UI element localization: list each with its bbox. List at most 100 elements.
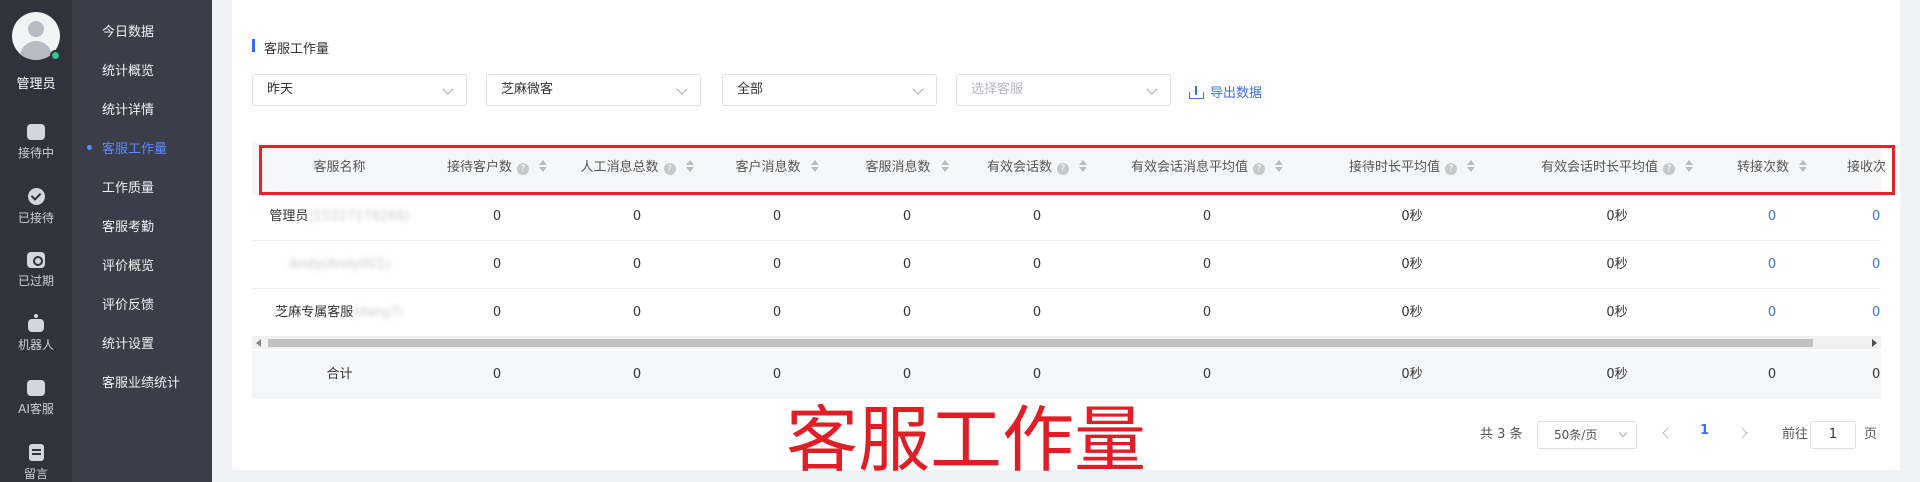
chevron-down-icon [676, 83, 688, 95]
chevron-down-icon [1618, 428, 1628, 438]
sort-icon[interactable] [1275, 160, 1283, 172]
help-icon[interactable]: ? [1057, 163, 1069, 175]
date-select[interactable]: 昨天 [252, 74, 467, 106]
admin-name: 管理员 [16, 77, 56, 92]
rail-item-expired[interactable]: 已过期 [0, 252, 72, 289]
chat-icon [27, 124, 45, 140]
sort-icon[interactable] [1799, 160, 1807, 172]
robot-icon [28, 314, 44, 332]
ai-chat-icon [27, 380, 45, 396]
scroll-left-arrow-icon[interactable] [256, 339, 261, 347]
sort-icon[interactable] [539, 160, 547, 172]
cell: 0 [902, 305, 912, 320]
col-valid-session-avg-messages[interactable]: 有效会话消息平均值? [1107, 143, 1307, 193]
cell-transfer-link[interactable]: 0 [1717, 241, 1827, 289]
col-valid-sessions[interactable]: 有效会话数? [967, 143, 1107, 193]
table-row: 管理员(15317178266) 0 0 0 0 0 0 0秒 0秒 0 0 [252, 193, 1881, 241]
rail-item-robot[interactable]: 机器人 [0, 314, 72, 353]
sort-icon[interactable] [940, 160, 949, 172]
cell-transfer-link[interactable]: 0 [1717, 193, 1827, 241]
current-page[interactable]: 1 [1700, 423, 1709, 438]
check-circle-icon [27, 188, 45, 205]
cell: 0 [1032, 305, 1042, 320]
menu-item-overview[interactable]: 统计概览 [102, 60, 154, 79]
cell: 0秒 [1606, 257, 1628, 272]
col-received-customers[interactable]: 接待客户数? [427, 143, 567, 193]
agent-select[interactable]: 选择客服 [956, 74, 1171, 106]
col-agent-messages[interactable]: 客服消息数 [847, 143, 967, 193]
scope-select-value: 全部 [737, 82, 764, 97]
sort-icon[interactable] [1467, 160, 1475, 172]
expired-icon [27, 252, 45, 268]
col-avg-valid-session-duration[interactable]: 有效会话时长平均值? [1517, 143, 1717, 193]
rail-item-receiving[interactable]: 接待中 [0, 124, 72, 161]
menu-item-workload[interactable]: 客服工作量 [102, 138, 167, 157]
cell-receive-link[interactable]: 0 [1827, 289, 1897, 337]
cell: 0 [632, 257, 642, 272]
menu-item-attendance[interactable]: 客服考勤 [102, 216, 154, 235]
scope-select[interactable]: 全部 [722, 74, 937, 106]
cell: 0 [1202, 257, 1212, 272]
menu-item-detail[interactable]: 统计详情 [102, 99, 154, 118]
menu-item-rating-overview[interactable]: 评价概览 [102, 255, 154, 274]
col-label: 有效会话时长平均值 [1540, 160, 1658, 175]
menu-item-today[interactable]: 今日数据 [102, 21, 154, 40]
cell: 0 [1032, 209, 1042, 224]
rail-item-message[interactable]: 留言 [0, 444, 72, 482]
menu-item-settings[interactable]: 统计设置 [102, 333, 154, 352]
col-customer-messages[interactable]: 客户消息数 [707, 143, 847, 193]
horizontal-scrollbar[interactable] [252, 337, 1881, 349]
active-bullet [87, 145, 92, 150]
scrollbar-thumb[interactable] [268, 339, 1813, 347]
secondary-menu: 今日数据 统计概览 统计详情 客服工作量 工作质量 客服考勤 评价概览 评价反馈… [72, 0, 212, 482]
page-size-select[interactable]: 50条/页 [1537, 421, 1637, 449]
cell: 0秒 [1401, 257, 1423, 272]
rail-item-received[interactable]: 已接待 [0, 188, 72, 226]
cell-receive-link[interactable]: 0 [1827, 241, 1897, 289]
goto-page-input[interactable]: 1 [1810, 421, 1856, 449]
col-label: 接待时长平均值 [1348, 160, 1440, 175]
cell: 0 [1032, 257, 1042, 272]
col-label: 接收次 [1847, 160, 1887, 175]
cell: 0 [902, 209, 912, 224]
menu-item-rating-feedback[interactable]: 评价反馈 [102, 294, 154, 313]
cell: 0 [772, 209, 782, 224]
help-icon[interactable]: ? [663, 163, 676, 175]
col-avg-reception-duration[interactable]: 接待时长平均值? [1307, 143, 1517, 193]
rail-item-label: 已过期 [17, 274, 54, 288]
col-receive-count[interactable]: 接收次 [1827, 143, 1907, 193]
scroll-right-arrow-icon[interactable] [1872, 339, 1877, 347]
page-unit-label: 页 [1864, 427, 1878, 442]
export-button[interactable]: 导出数据 [1189, 82, 1262, 101]
rail-item-label: 接待中 [17, 146, 54, 160]
cell-receive-link[interactable]: 0 [1827, 193, 1897, 241]
sort-icon[interactable] [1685, 160, 1693, 172]
cell-agent-name: 管理员(15317178266) [252, 193, 427, 241]
help-icon[interactable]: ? [1445, 163, 1457, 175]
col-transfer-count[interactable]: 转接次数 [1717, 143, 1827, 193]
scene-select[interactable]: 芝麻微客 [486, 74, 701, 106]
cell: 0 [492, 367, 502, 382]
agent-account-blurred: (15317178266) [308, 209, 410, 224]
cell: 0秒 [1401, 305, 1423, 320]
menu-item-performance[interactable]: 客服业绩统计 [102, 372, 180, 391]
cell: 0 [492, 305, 502, 320]
agent-select-placeholder: 选择客服 [971, 82, 1024, 97]
sort-icon[interactable] [810, 160, 819, 172]
cell: 0 [772, 257, 782, 272]
help-icon[interactable]: ? [1663, 163, 1675, 175]
overlay-caption: 客服工作量 [786, 398, 1147, 482]
upload-icon [1189, 86, 1204, 99]
sort-icon[interactable] [1079, 160, 1087, 172]
rail-item-ai[interactable]: AI客服 [0, 380, 72, 417]
cell: 0 [1202, 367, 1212, 382]
cell: 0秒 [1606, 367, 1628, 382]
col-manual-messages[interactable]: 人工消息总数? [567, 143, 707, 193]
help-icon[interactable]: ? [517, 163, 529, 175]
help-icon[interactable]: ? [1253, 163, 1265, 175]
cell-transfer-link[interactable]: 0 [1717, 289, 1827, 337]
sort-icon[interactable] [685, 160, 694, 172]
cell: 0 [1032, 367, 1042, 382]
menu-item-quality[interactable]: 工作质量 [102, 177, 154, 196]
cell: 0 [1202, 209, 1212, 224]
